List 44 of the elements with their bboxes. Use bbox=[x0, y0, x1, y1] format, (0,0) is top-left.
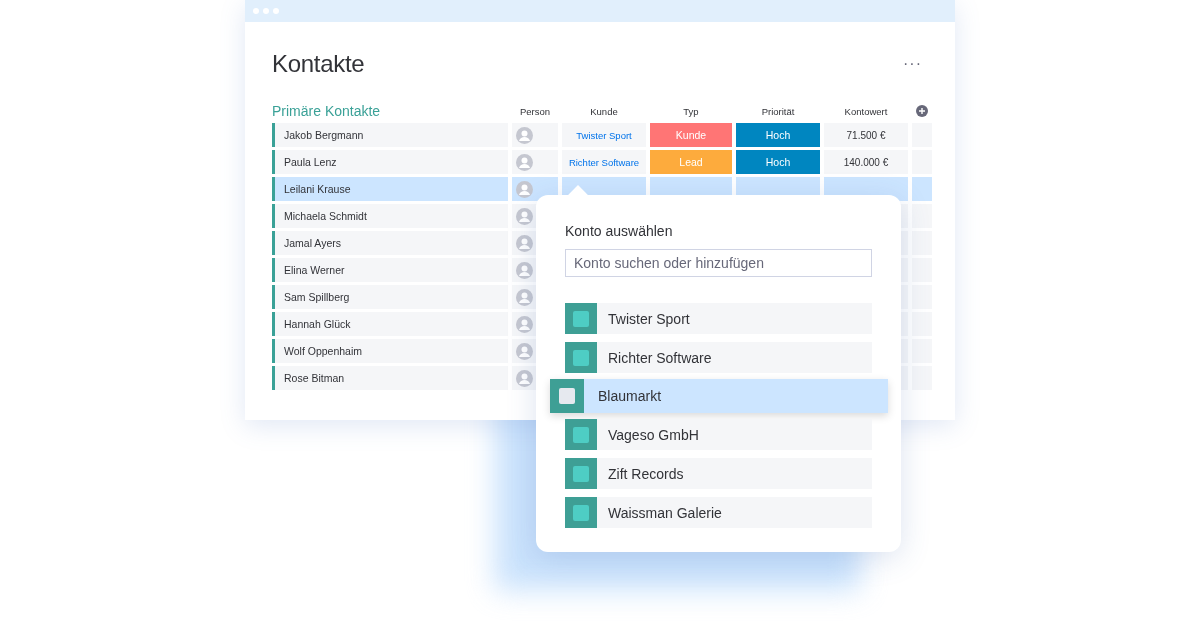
contact-name-cell[interactable]: Paula Lenz bbox=[272, 150, 508, 174]
contact-name-cell[interactable]: Sam Spillberg bbox=[272, 285, 508, 309]
avatar-icon bbox=[516, 261, 533, 279]
contact-name-cell[interactable]: Michaela Schmidt bbox=[272, 204, 508, 228]
account-option[interactable]: Twister Sport bbox=[565, 303, 872, 334]
contact-name-cell[interactable]: Jamal Ayers bbox=[272, 231, 508, 255]
table-cell: 140.000 € bbox=[824, 150, 908, 174]
table-cell bbox=[912, 177, 932, 201]
page-title: Kontakte bbox=[272, 50, 365, 78]
avatar-icon bbox=[516, 369, 533, 387]
add-column-icon[interactable] bbox=[916, 105, 928, 117]
avatar-icon bbox=[516, 180, 533, 198]
contact-name-cell[interactable]: Elina Werner bbox=[272, 258, 508, 282]
avatar-icon bbox=[516, 153, 533, 171]
column-header: Kontowert bbox=[843, 105, 889, 119]
avatar-icon bbox=[516, 234, 533, 252]
more-menu-button[interactable]: ··· bbox=[903, 55, 922, 73]
avatar-icon bbox=[516, 126, 533, 144]
column-header: Person bbox=[518, 105, 552, 119]
contact-name-cell[interactable]: Jakob Bergmann bbox=[272, 123, 508, 147]
search-field[interactable]: Konto suchen oder hinzufügen bbox=[565, 249, 872, 277]
avatar-icon bbox=[516, 288, 533, 306]
priority-label[interactable]: Hoch bbox=[736, 150, 820, 174]
account-option[interactable]: Richter Software bbox=[565, 342, 872, 373]
column-header: Priorität bbox=[760, 105, 796, 119]
group-title: Primäre Kontakte bbox=[272, 102, 382, 120]
contact-name-cell[interactable]: Hannah Glück bbox=[272, 312, 508, 336]
column-header: Typ bbox=[682, 105, 700, 119]
customer-link[interactable]: Twister Sport bbox=[562, 123, 646, 147]
popup-title: Konto auswählen bbox=[565, 223, 674, 239]
table-cell: 71.500 € bbox=[824, 123, 908, 147]
account-option[interactable]: Zift Records bbox=[565, 458, 872, 489]
account-option[interactable]: Waissman Galerie bbox=[565, 497, 872, 528]
account-option[interactable]: Blaumarkt bbox=[550, 379, 888, 413]
priority-label[interactable]: Hoch bbox=[736, 123, 820, 147]
contact-name-cell[interactable]: Rose Bitman bbox=[272, 366, 508, 390]
avatar-icon bbox=[516, 342, 533, 360]
contact-name-cell[interactable]: Wolf Oppenhaim bbox=[272, 339, 508, 363]
customer-link[interactable]: Richter Software bbox=[562, 150, 646, 174]
avatar-icon bbox=[516, 315, 533, 333]
column-header: Kunde bbox=[589, 105, 619, 119]
avatar-icon bbox=[516, 207, 533, 225]
account-option[interactable]: Vageso GmbH bbox=[565, 419, 872, 450]
contact-name-cell[interactable]: Leilani Krause bbox=[272, 177, 508, 201]
